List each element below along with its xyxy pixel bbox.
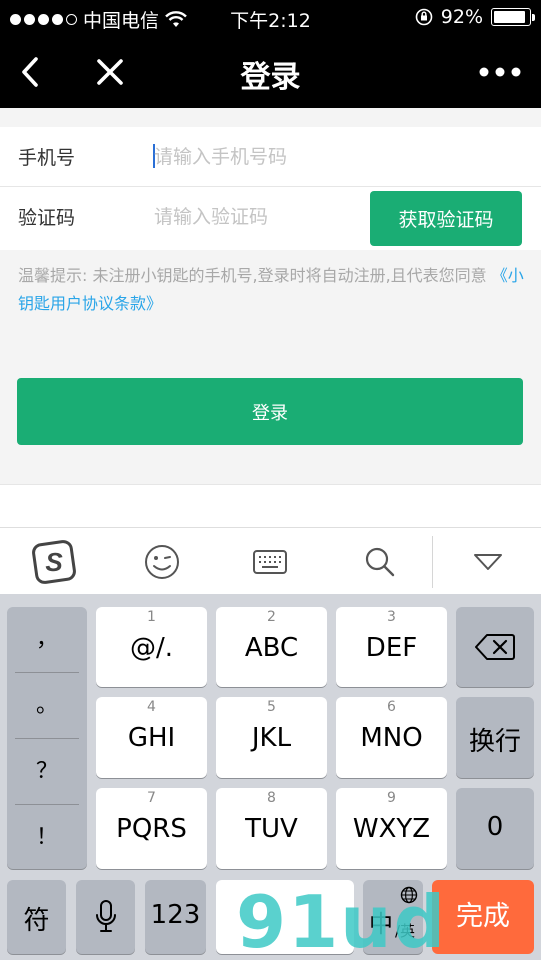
key-period[interactable]: 。 <box>7 673 87 738</box>
key-label: 符 <box>23 906 50 936</box>
emoji-icon[interactable] <box>140 540 184 584</box>
blank-area <box>0 484 541 527</box>
voice-key[interactable] <box>76 880 135 954</box>
key-label: ABC <box>244 633 299 663</box>
key-label: MNO <box>360 723 423 753</box>
battery-icon <box>491 8 535 26</box>
keyboard: ， 。 ？ ！ 1 @/. 2 ABC 3 DEF 4 GHI 5 JKL 6 … <box>0 594 541 960</box>
login-button[interactable]: 登录 <box>17 378 523 445</box>
tip-message: 温馨提示: 未注册小钥匙的手机号,登录时将自动注册,且代表您同意 <box>18 266 487 285</box>
key-number: 6 <box>387 699 396 715</box>
key-label: JKL <box>251 723 292 753</box>
punctuation-column[interactable]: ， 。 ？ ！ <box>7 607 87 869</box>
code-label: 验证码 <box>18 207 76 229</box>
key-9[interactable]: 9 WXYZ <box>336 788 447 869</box>
collapse-icon[interactable] <box>466 540 510 584</box>
key-8[interactable]: 8 TUV <box>216 788 327 869</box>
keyboard-icon[interactable] <box>248 540 292 584</box>
numbers-key[interactable]: 123 <box>145 880 206 954</box>
phone-row: 手机号 <box>0 127 541 187</box>
login-form: 手机号 验证码 获取验证码 <box>0 127 541 250</box>
phone-label: 手机号 <box>18 147 76 169</box>
done-key[interactable]: 完成 <box>432 880 534 954</box>
phone-input[interactable] <box>154 135 354 179</box>
key-exclaim[interactable]: ！ <box>7 805 87 870</box>
key-2[interactable]: 2 ABC <box>216 607 327 687</box>
space-key[interactable] <box>216 880 354 954</box>
orientation-lock-icon <box>415 8 433 26</box>
key-0[interactable]: 0 <box>456 788 534 869</box>
code-row: 验证码 获取验证码 <box>0 187 541 250</box>
globe-icon <box>400 886 418 904</box>
key-label: WXYZ <box>352 814 431 844</box>
nav-bar: 登录 <box>0 36 541 108</box>
microphone-icon <box>95 900 116 932</box>
key-label: 换行 <box>468 727 521 757</box>
key-number: 9 <box>387 790 396 806</box>
key-6[interactable]: 6 MNO <box>336 697 447 778</box>
status-bar: 中国电信 下午2:12 92% <box>0 0 541 36</box>
key-question[interactable]: ？ <box>7 739 87 804</box>
key-5[interactable]: 5 JKL <box>216 697 327 778</box>
key-label: GHI <box>127 723 176 753</box>
sogou-logo-icon[interactable]: S <box>32 540 76 584</box>
key-number: 4 <box>147 699 156 715</box>
keyboard-toolbar: S <box>0 527 541 594</box>
key-4[interactable]: 4 GHI <box>96 697 207 778</box>
battery-fill <box>494 11 526 23</box>
key-number: 7 <box>147 790 156 806</box>
key-7[interactable]: 7 PQRS <box>96 788 207 869</box>
key-label: @/. <box>129 633 174 663</box>
key-number: 2 <box>267 609 276 625</box>
get-code-button[interactable]: 获取验证码 <box>370 191 522 246</box>
key-comma[interactable]: ， <box>7 607 87 672</box>
key-label: PQRS <box>116 814 187 844</box>
key-label: 123 <box>150 900 201 930</box>
symbols-key[interactable]: 符 <box>7 880 66 954</box>
toolbar-divider <box>432 536 433 588</box>
key-3[interactable]: 3 DEF <box>336 607 447 687</box>
key-label: TUV <box>245 814 298 844</box>
svg-text:S: S <box>45 547 63 577</box>
key-1[interactable]: 1 @/. <box>96 607 207 687</box>
key-number: 8 <box>267 790 276 806</box>
code-input[interactable] <box>154 195 354 239</box>
chevron-left-icon[interactable] <box>14 54 50 90</box>
newline-key[interactable]: 换行 <box>456 697 534 778</box>
key-label: 0 <box>486 812 504 842</box>
close-icon[interactable] <box>92 54 128 90</box>
key-number: 5 <box>267 699 276 715</box>
language-key[interactable]: 中 /英 <box>363 880 423 954</box>
lang-en-label: /英 <box>395 922 416 940</box>
search-icon[interactable] <box>358 540 402 584</box>
more-icon[interactable] <box>479 62 521 82</box>
backspace-key[interactable] <box>456 607 534 687</box>
battery-percent: 92% <box>440 6 483 28</box>
status-right: 92% <box>415 6 535 28</box>
lang-zh-label: 中 <box>369 910 393 938</box>
key-number: 3 <box>387 609 396 625</box>
backspace-icon <box>475 634 515 660</box>
page-title: 登录 <box>240 60 301 95</box>
key-label: DEF <box>365 633 418 663</box>
tip-text: 温馨提示: 未注册小钥匙的手机号,登录时将自动注册,且代表您同意 《小钥匙用户协… <box>18 262 528 318</box>
key-number: 1 <box>147 609 156 625</box>
